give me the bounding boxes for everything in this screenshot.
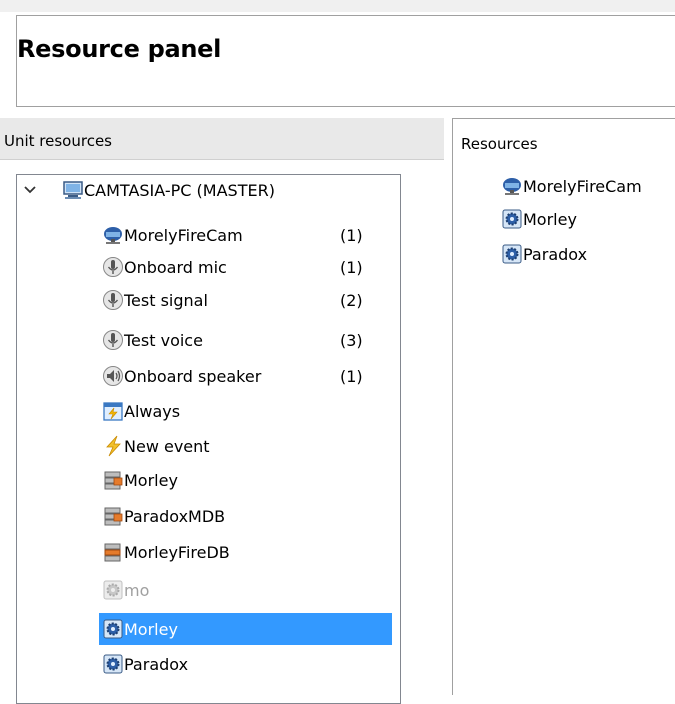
calendar-icon xyxy=(103,402,123,421)
tree-item-paradox[interactable]: Paradox xyxy=(102,650,188,678)
tree-item-label: Morley xyxy=(124,470,178,490)
tree-item-label: mo xyxy=(124,580,150,600)
chevron-down-icon[interactable] xyxy=(23,183,37,197)
tree-item-label: Test signal xyxy=(124,290,208,310)
gear-icon xyxy=(103,580,123,600)
microphone-icon xyxy=(103,330,123,350)
tree-item-mo[interactable]: mo xyxy=(102,576,149,604)
page-title: Resource panel xyxy=(17,35,222,63)
tree-item-count: (3) xyxy=(340,330,363,350)
computer-icon xyxy=(63,181,83,199)
database-icon xyxy=(104,543,121,562)
top-band xyxy=(0,0,675,12)
unit-resources-header[interactable]: Unit resources xyxy=(0,118,444,160)
tree-item-label: Onboard mic xyxy=(124,257,227,277)
resource-item-paradox[interactable]: Paradox xyxy=(501,240,587,268)
resource-item-label: Paradox xyxy=(523,244,588,264)
tree-item-onboard-speaker[interactable]: Onboard speaker (1) xyxy=(102,362,363,390)
tree-item-morley-db[interactable]: Morley xyxy=(102,466,178,494)
tree-item-label: Test voice xyxy=(124,330,203,350)
resource-item-label: Morley xyxy=(523,209,577,229)
tree-item-new-event[interactable]: New event xyxy=(102,432,210,460)
tree-item-test-signal[interactable]: Test signal (2) xyxy=(102,286,363,314)
tree-item-always[interactable]: Always xyxy=(102,397,180,425)
resource-item-morley[interactable]: Morley xyxy=(501,205,577,233)
tree-item-count: (1) xyxy=(340,257,363,277)
tree-item-morleyfiredb[interactable]: MorleyFireDB xyxy=(102,538,230,566)
tree-item-morelyfirecam[interactable]: MorelyFireCam (1) xyxy=(102,221,363,249)
tree-item-label: New event xyxy=(124,436,210,456)
resource-item-morelyfirecam[interactable]: MorelyFireCam xyxy=(501,172,642,200)
tree-item-label: Paradox xyxy=(124,654,189,674)
camera-icon xyxy=(104,227,122,244)
tree-root-item[interactable]: CAMTASIA-PC (MASTER) xyxy=(62,176,275,204)
gear-icon xyxy=(103,654,123,674)
tree-item-label: Always xyxy=(124,401,181,421)
microphone-icon xyxy=(103,290,123,310)
camera-icon xyxy=(503,178,521,195)
gear-icon xyxy=(502,244,522,264)
database-icon xyxy=(104,471,123,490)
tree-item-label: Morley xyxy=(124,619,178,639)
tree-item-paradoxmdb[interactable]: ParadoxMDB xyxy=(102,502,225,530)
lightning-icon xyxy=(106,435,121,457)
tree-item-count: (1) xyxy=(340,366,363,386)
resource-item-label: MorelyFireCam xyxy=(523,176,642,196)
unit-resources-header-label: Unit resources xyxy=(4,132,112,150)
database-icon xyxy=(104,507,123,526)
tree-item-onboard-mic[interactable]: Onboard mic (1) xyxy=(102,253,363,281)
tree-item-morley-selected[interactable]: Morley xyxy=(99,613,392,645)
gear-icon xyxy=(103,619,123,639)
tree-item-label: ParadoxMDB xyxy=(124,506,226,526)
tree-item-count: (1) xyxy=(340,225,363,245)
tree-item-label: MorleyFireDB xyxy=(124,542,230,562)
tree-root-label: CAMTASIA-PC (MASTER) xyxy=(84,180,275,200)
tree-item-count: (2) xyxy=(340,290,363,310)
tree-item-test-voice[interactable]: Test voice (3) xyxy=(102,326,363,354)
speaker-icon xyxy=(103,366,123,386)
tree-item-label: MorelyFireCam xyxy=(124,225,243,245)
resources-header: Resources xyxy=(461,135,538,153)
unit-resources-pane: Unit resources xyxy=(0,118,444,704)
gear-icon xyxy=(502,209,522,229)
tree-item-label: Onboard speaker xyxy=(124,366,262,386)
microphone-icon xyxy=(103,257,123,277)
